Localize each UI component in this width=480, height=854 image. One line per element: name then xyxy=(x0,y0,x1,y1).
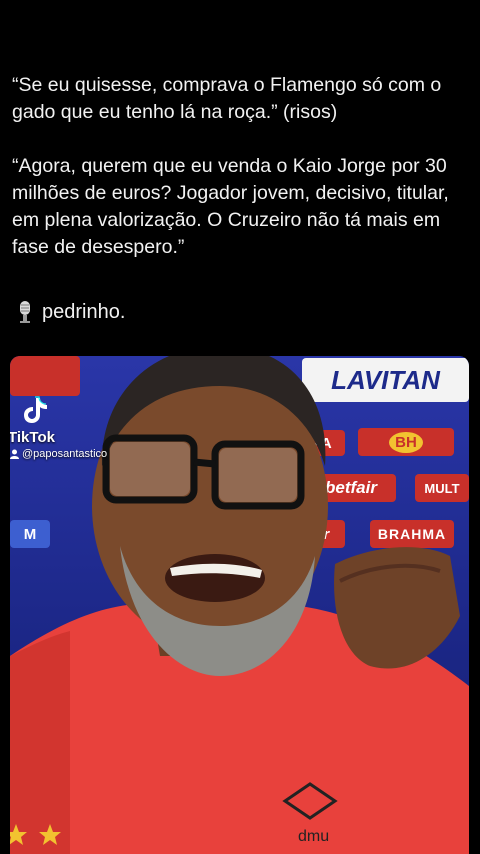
post-signature: pedrinho. xyxy=(16,300,125,324)
microphone-icon xyxy=(20,301,30,323)
shirt-brand-text: dmu xyxy=(298,828,329,845)
post-text: “Se eu quisesse, comprava o Flamengo só … xyxy=(12,72,472,288)
tiktok-watermark: TikTok @paposantastico xyxy=(10,396,130,460)
user-icon xyxy=(10,449,19,459)
embedded-video[interactable]: LAVITAN MA BH betfair MULT air BRAHMA M xyxy=(10,356,469,854)
tiktok-handle: @paposantastico xyxy=(10,448,130,460)
tiktok-brand: TikTok xyxy=(10,429,55,446)
signature-text: pedrinho. xyxy=(42,300,126,323)
tiktok-icon xyxy=(24,396,47,423)
quote-paragraph-1: “Se eu quisesse, comprava o Flamengo só … xyxy=(12,74,442,123)
quote-paragraph-2: “Agora, querem que eu venda o Kaio Jorge… xyxy=(12,155,449,258)
tiktok-handle-text: @paposantastico xyxy=(22,448,108,460)
speaker-mouth xyxy=(165,554,265,602)
